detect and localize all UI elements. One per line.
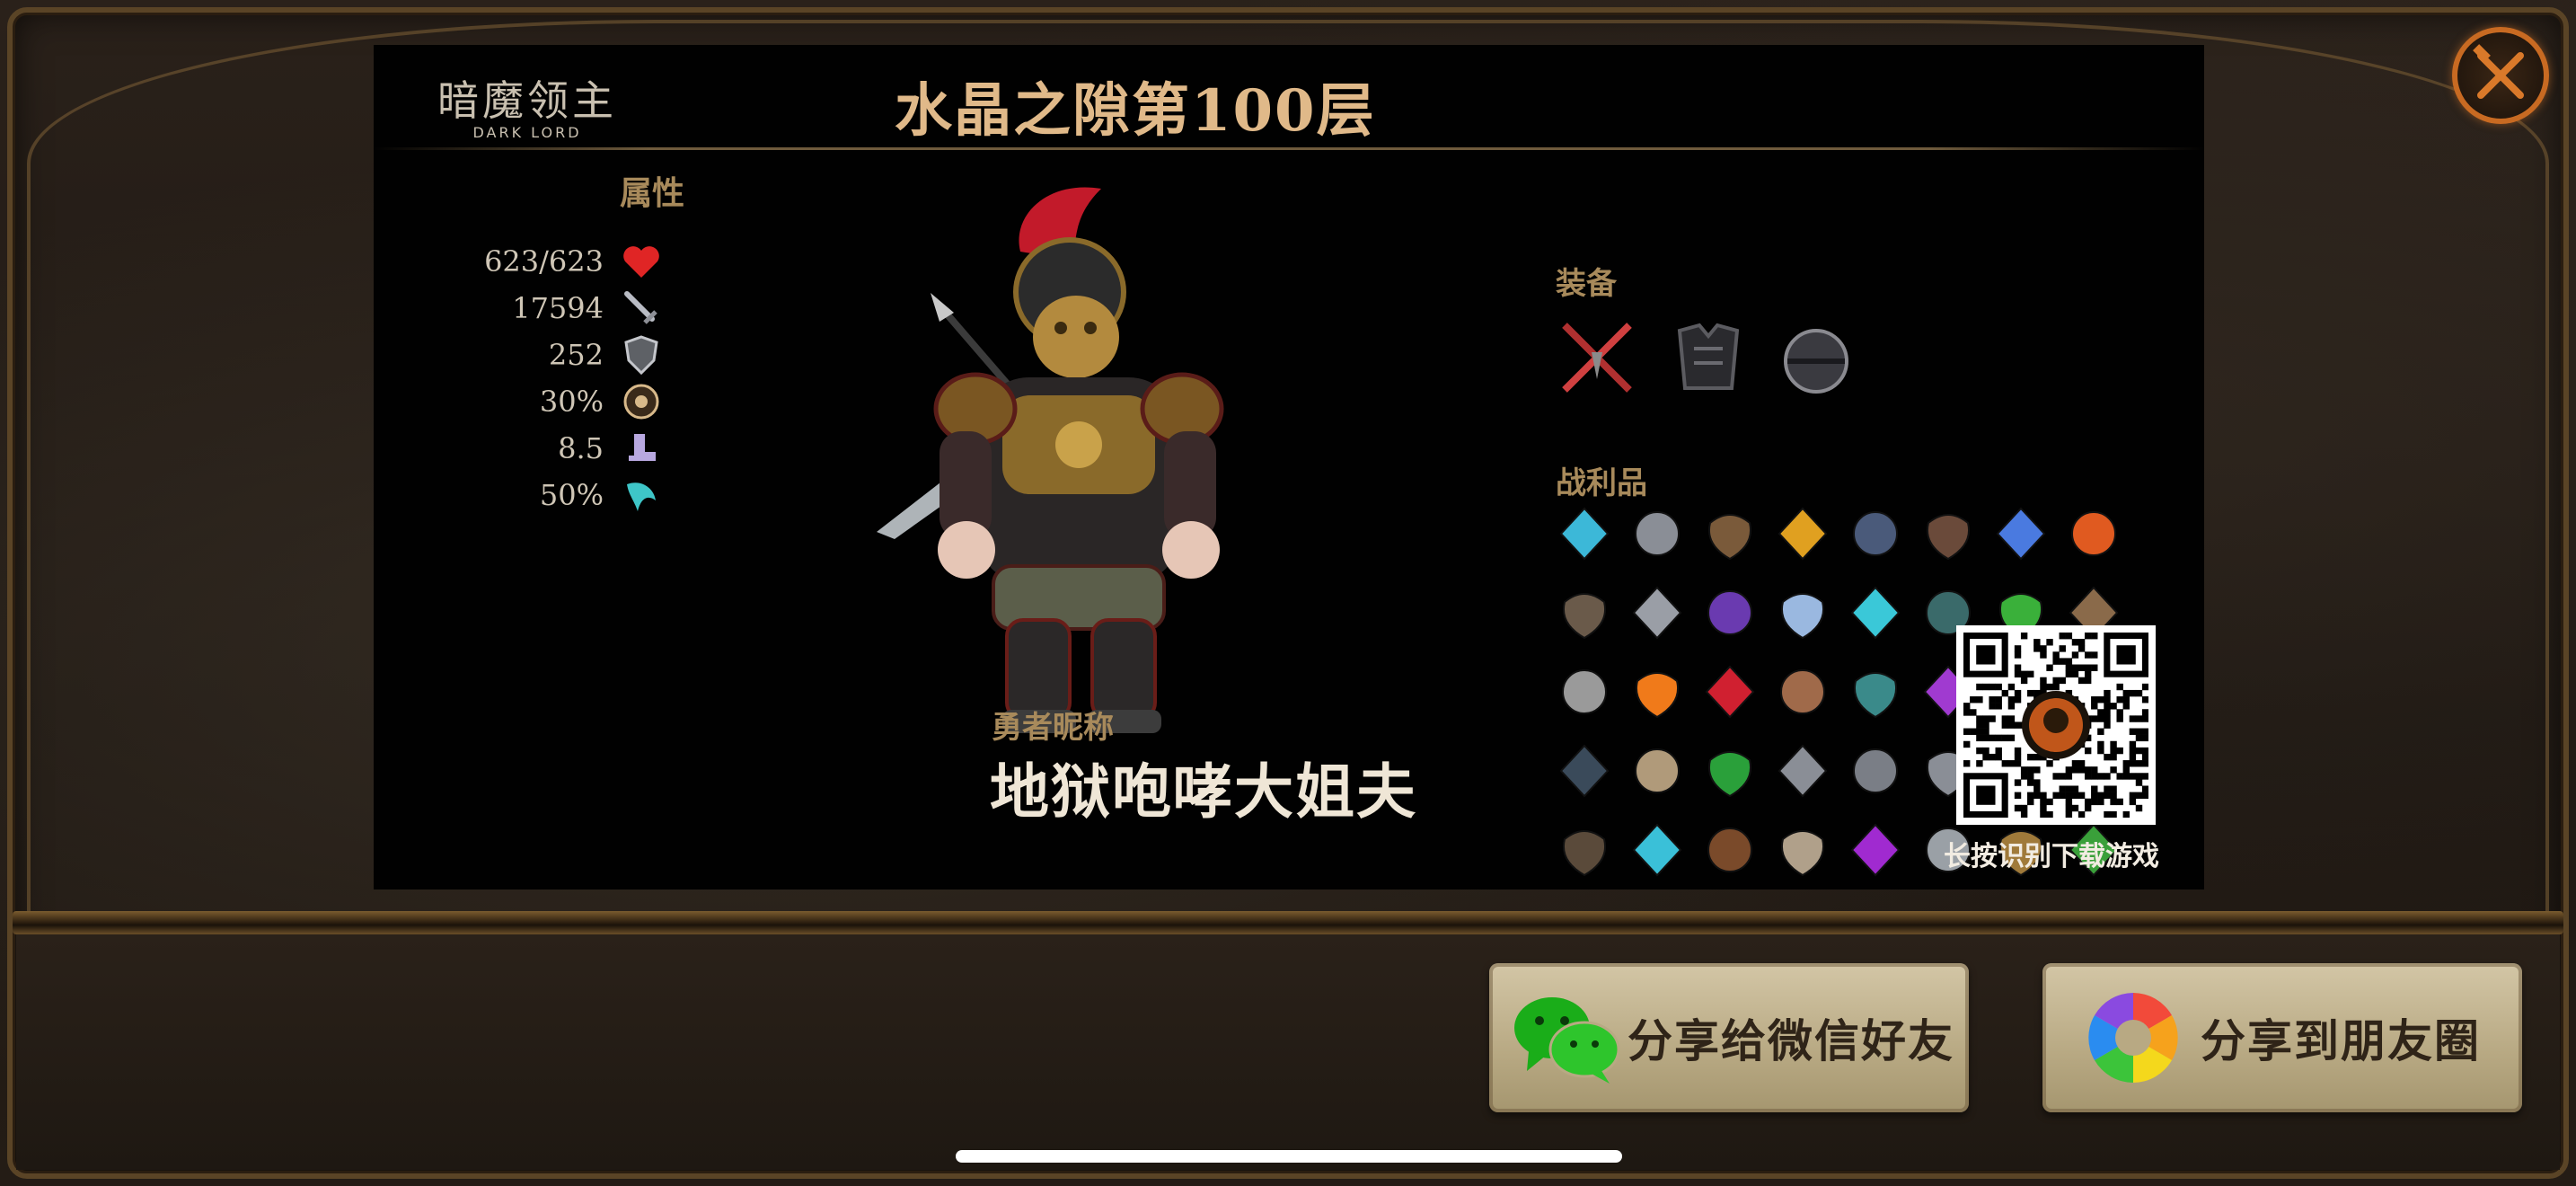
crit-icon bbox=[622, 382, 661, 421]
attr-value: 8.5 bbox=[558, 431, 604, 465]
attr-row-lifesteal: 50% bbox=[454, 474, 742, 516]
loot-item-icon[interactable] bbox=[1556, 663, 1613, 721]
loot-item-icon[interactable] bbox=[1847, 584, 1904, 642]
helmet-orb-icon[interactable] bbox=[1780, 325, 1863, 408]
share-card: 暗魔领主 DARK LORD 水晶之隙第100层 属性 623/623 1759… bbox=[374, 45, 2204, 890]
attr-row-crit: 30% bbox=[454, 381, 742, 422]
attr-value: 17594 bbox=[512, 291, 604, 325]
header-divider bbox=[374, 147, 2204, 150]
moments-icon bbox=[2084, 988, 2183, 1087]
loot-item-icon[interactable] bbox=[1919, 505, 1977, 562]
attr-row-defense: 252 bbox=[454, 334, 742, 376]
loot-item-icon[interactable] bbox=[1701, 505, 1759, 562]
game-logo: 暗魔领主 DARK LORD bbox=[424, 68, 631, 141]
loot-item-icon[interactable] bbox=[1847, 821, 1904, 879]
loot-item-icon[interactable] bbox=[2065, 505, 2122, 562]
loot-item-icon[interactable] bbox=[1628, 584, 1686, 642]
sword-icon bbox=[622, 288, 661, 328]
loot-item-icon[interactable] bbox=[1992, 505, 2050, 562]
loot-item-icon[interactable] bbox=[1774, 584, 1831, 642]
loot-item-icon[interactable] bbox=[1701, 742, 1759, 800]
loot-item-icon[interactable] bbox=[1701, 584, 1759, 642]
loot-item-icon[interactable] bbox=[1628, 663, 1686, 721]
loot-item-icon[interactable] bbox=[1628, 505, 1686, 562]
loot-item-icon[interactable] bbox=[1556, 584, 1613, 642]
hero-character bbox=[877, 180, 1254, 737]
loot-item-icon[interactable] bbox=[1774, 505, 1831, 562]
frame-divider bbox=[13, 911, 2563, 934]
loot-item-icon[interactable] bbox=[1774, 821, 1831, 879]
attr-row-hp: 623/623 bbox=[454, 241, 742, 282]
logo-cn: 暗魔领主 bbox=[437, 76, 617, 125]
home-indicator bbox=[956, 1150, 1622, 1163]
attr-row-attack: 17594 bbox=[454, 288, 742, 329]
crossed-blades-icon[interactable] bbox=[1556, 316, 1638, 399]
shield-icon bbox=[622, 335, 661, 375]
loot-item-icon[interactable] bbox=[1701, 663, 1759, 721]
loot-item-icon[interactable] bbox=[1774, 742, 1831, 800]
close-button[interactable] bbox=[2452, 27, 2549, 124]
heart-icon bbox=[622, 242, 661, 281]
loot-item-icon[interactable] bbox=[1847, 742, 1904, 800]
loot-item-icon[interactable] bbox=[1556, 742, 1613, 800]
equipment-title: 装备 bbox=[1556, 266, 1617, 302]
loot-item-icon[interactable] bbox=[1556, 821, 1613, 879]
loot-item-icon[interactable] bbox=[1628, 821, 1686, 879]
share-moments-button[interactable]: 分享到朋友圈 bbox=[2042, 963, 2522, 1112]
qr-code[interactable] bbox=[1956, 625, 2156, 825]
attributes-title: 属性 bbox=[619, 174, 684, 212]
attr-row-speed: 8.5 bbox=[454, 428, 742, 469]
loot-item-icon[interactable] bbox=[1628, 742, 1686, 800]
attr-value: 623/623 bbox=[484, 244, 604, 279]
crossed-tools-icon bbox=[2473, 44, 2524, 99]
loot-title: 战利品 bbox=[1556, 465, 1647, 501]
chest-armor-icon[interactable] bbox=[1667, 316, 1750, 399]
boot-icon bbox=[622, 429, 661, 468]
loot-item-icon[interactable] bbox=[1847, 663, 1904, 721]
attr-value: 30% bbox=[539, 385, 604, 419]
loot-item-icon[interactable] bbox=[1847, 505, 1904, 562]
attr-value: 50% bbox=[539, 478, 604, 512]
attr-value: 252 bbox=[548, 338, 604, 372]
share-moments-label: 分享到朋友圈 bbox=[2201, 1014, 2481, 1067]
hero-name-label: 勇者昵称 bbox=[992, 710, 1114, 746]
claw-icon bbox=[622, 475, 661, 515]
loot-item-icon[interactable] bbox=[1701, 821, 1759, 879]
loot-item-icon[interactable] bbox=[1774, 663, 1831, 721]
stage-title: 水晶之隙第100层 bbox=[895, 77, 1376, 145]
qr-caption: 长按识别下载游戏 bbox=[1944, 841, 2159, 872]
share-wechat-friend-button[interactable]: 分享给微信好友 bbox=[1489, 963, 1969, 1112]
wechat-icon bbox=[1511, 988, 1624, 1087]
hero-name: 地狱咆哮大姐夫 bbox=[990, 757, 1417, 827]
loot-item-icon[interactable] bbox=[1556, 505, 1613, 562]
share-wechat-friend-label: 分享给微信好友 bbox=[1628, 1014, 1954, 1067]
